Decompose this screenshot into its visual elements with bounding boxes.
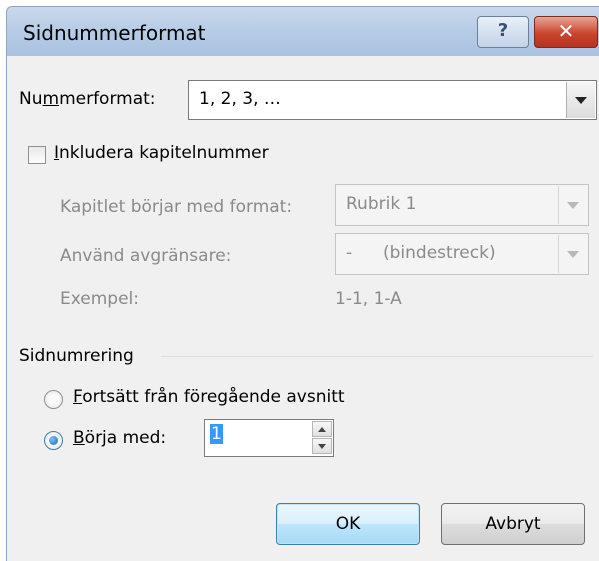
chevron-down-icon[interactable] xyxy=(566,82,595,118)
chevron-down-icon xyxy=(318,443,326,449)
chevron-up-icon xyxy=(318,426,326,432)
chapter-style-value: Rubrik 1 xyxy=(346,194,417,214)
spinner-buttons xyxy=(312,421,332,455)
group-divider xyxy=(161,356,593,357)
page-numbering-heading: Sidnumrering xyxy=(19,346,134,366)
radio-dot xyxy=(49,436,58,445)
number-format-value: 1, 2, 3, … xyxy=(199,89,281,109)
start-at-radio[interactable] xyxy=(44,431,63,450)
separator-name: (bindestreck) xyxy=(383,243,496,263)
include-chapter-checkbox[interactable] xyxy=(28,146,46,164)
spin-up-button[interactable] xyxy=(312,421,332,437)
chapter-starts-label: Kapitlet börjar med format: xyxy=(60,197,293,217)
start-at-value[interactable]: 1 xyxy=(210,424,223,444)
example-label: Exempel: xyxy=(60,289,139,309)
close-icon: ✕ xyxy=(557,19,575,43)
help-icon: ? xyxy=(497,20,509,41)
separator-dash: - xyxy=(346,243,353,263)
help-button[interactable]: ? xyxy=(477,16,529,48)
continue-radio[interactable] xyxy=(44,390,63,409)
separator-select[interactable]: - (bindestreck) xyxy=(335,233,589,275)
dialog-body: Nummerformat: 1, 2, 3, … Inkludera kapit… xyxy=(7,56,599,561)
cancel-button[interactable]: Avbryt xyxy=(441,503,585,545)
close-button[interactable]: ✕ xyxy=(534,16,598,48)
start-at-label[interactable]: Börja med: xyxy=(73,428,166,448)
window-title: Sidnummerformat xyxy=(23,21,206,45)
chevron-down-icon[interactable] xyxy=(558,186,587,224)
number-format-select[interactable]: 1, 2, 3, … xyxy=(188,80,597,120)
spin-down-button[interactable] xyxy=(312,438,332,454)
title-bar: Sidnummerformat ? ✕ xyxy=(6,6,599,57)
chapter-style-select[interactable]: Rubrik 1 xyxy=(335,184,589,226)
include-chapter-label[interactable]: Inkludera kapitelnummer xyxy=(54,143,269,163)
continue-label[interactable]: Fortsätt från föregående avsnitt xyxy=(73,387,345,407)
separator-label: Använd avgränsare: xyxy=(60,246,232,266)
chevron-down-icon[interactable] xyxy=(558,235,587,273)
number-format-label: Nummerformat: xyxy=(19,89,156,109)
example-value: 1-1, 1-A xyxy=(335,289,402,309)
ok-button[interactable]: OK xyxy=(276,503,420,545)
start-at-spinner[interactable]: 1 xyxy=(204,419,334,457)
